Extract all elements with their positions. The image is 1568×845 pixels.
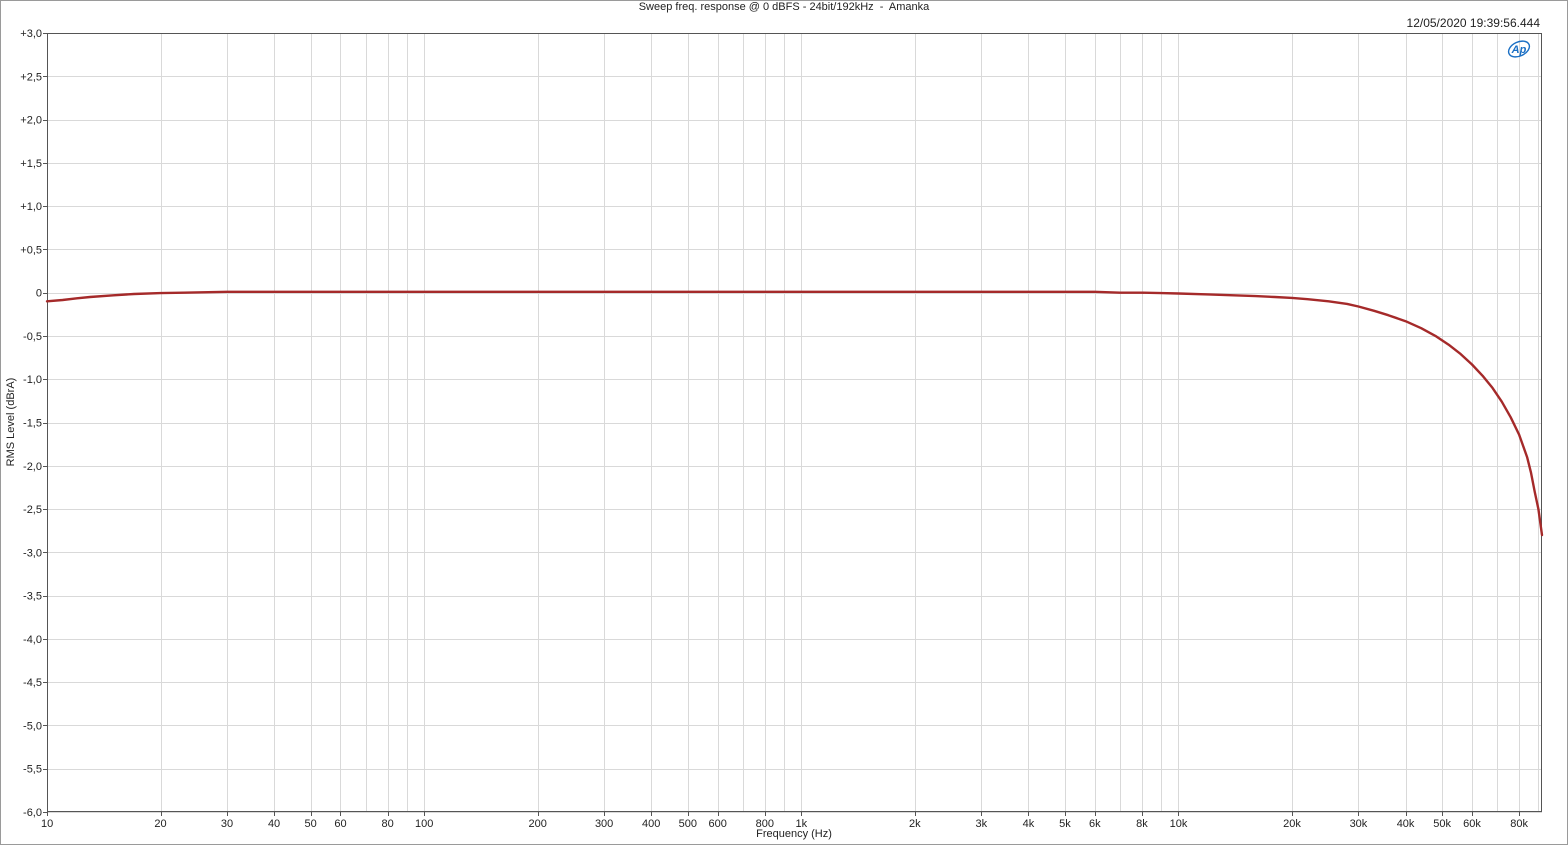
series-layer: [45, 290, 1544, 537]
tick-labels: +3,0 +2,5 +2,0 +1,5 +1,0 +0,5 0 -0,5 -1,0 -1,5 -2,…: [20, 28, 1528, 830]
y-tick-label: +3,0: [20, 28, 42, 40]
y-tick-label: 0: [36, 288, 42, 300]
y-tick-label: -5,0: [23, 720, 42, 732]
x-tick-label: 60k: [1463, 818, 1481, 830]
x-tick-label: 2k: [909, 818, 921, 830]
y-tick-label: +0,5: [20, 244, 42, 256]
y-tick-label: +2,5: [20, 71, 42, 83]
axes: [43, 33, 1542, 816]
x-tick-label: 80: [381, 818, 393, 830]
series-line: [45, 290, 1544, 537]
x-tick-label: 20k: [1283, 818, 1301, 830]
y-tick-label: -2,0: [23, 461, 42, 473]
x-tick-label: 40: [268, 818, 280, 830]
y-tick-label: -1,5: [23, 418, 42, 430]
y-tick-label: +2,0: [20, 115, 42, 127]
x-tick-label: 10k: [1170, 818, 1188, 830]
x-tick-label: 300: [595, 818, 613, 830]
x-tick-label: 60: [334, 818, 346, 830]
y-tick-label: -4,0: [23, 634, 42, 646]
y-tick-label: -1,0: [23, 374, 42, 386]
x-tick-label: 50k: [1433, 818, 1451, 830]
x-tick-label: 4k: [1023, 818, 1035, 830]
x-tick-label: 8k: [1136, 818, 1148, 830]
x-tick-label: 30k: [1350, 818, 1368, 830]
y-tick-label: -4,5: [23, 677, 42, 689]
ap-logo-text: Ap: [1511, 44, 1527, 56]
x-tick-label: 100: [415, 818, 433, 830]
y-tick-label: -6,0: [23, 807, 42, 819]
plot-area: +3,0 +2,5 +2,0 +1,5 +1,0 +0,5 0 -0,5 -1,0 -1,5 -2,…: [20, 28, 1544, 830]
x-tick-label: 1k: [796, 818, 808, 830]
x-tick-label: 6k: [1089, 818, 1101, 830]
y-tick-label: -5,5: [23, 764, 42, 776]
y-tick-label: +1,0: [20, 201, 42, 213]
y-tick-label: -2,5: [23, 504, 42, 516]
x-tick-label: 80k: [1510, 818, 1528, 830]
y-tick-label: +1,5: [20, 158, 42, 170]
ap-logo-icon: Ap: [1507, 40, 1531, 58]
y-tick-label: -0,5: [23, 331, 42, 343]
y-tick-label: -3,0: [23, 547, 42, 559]
x-tick-label: 500: [679, 818, 697, 830]
x-tick-label: 20: [154, 818, 166, 830]
x-tick-label: 200: [529, 818, 547, 830]
x-tick-label: 30: [221, 818, 233, 830]
x-tick-label: 40k: [1397, 818, 1415, 830]
x-tick-label: 3k: [975, 818, 987, 830]
x-tick-label: 400: [642, 818, 660, 830]
x-tick-label: 600: [708, 818, 726, 830]
grid: [47, 33, 1542, 813]
plot-border: [47, 33, 1542, 812]
x-tick-label: 800: [756, 818, 774, 830]
x-tick-label: 5k: [1059, 818, 1071, 830]
x-tick-label: 50: [305, 818, 317, 830]
x-tick-label: 10: [41, 818, 53, 830]
y-tick-label: -3,5: [23, 591, 42, 603]
